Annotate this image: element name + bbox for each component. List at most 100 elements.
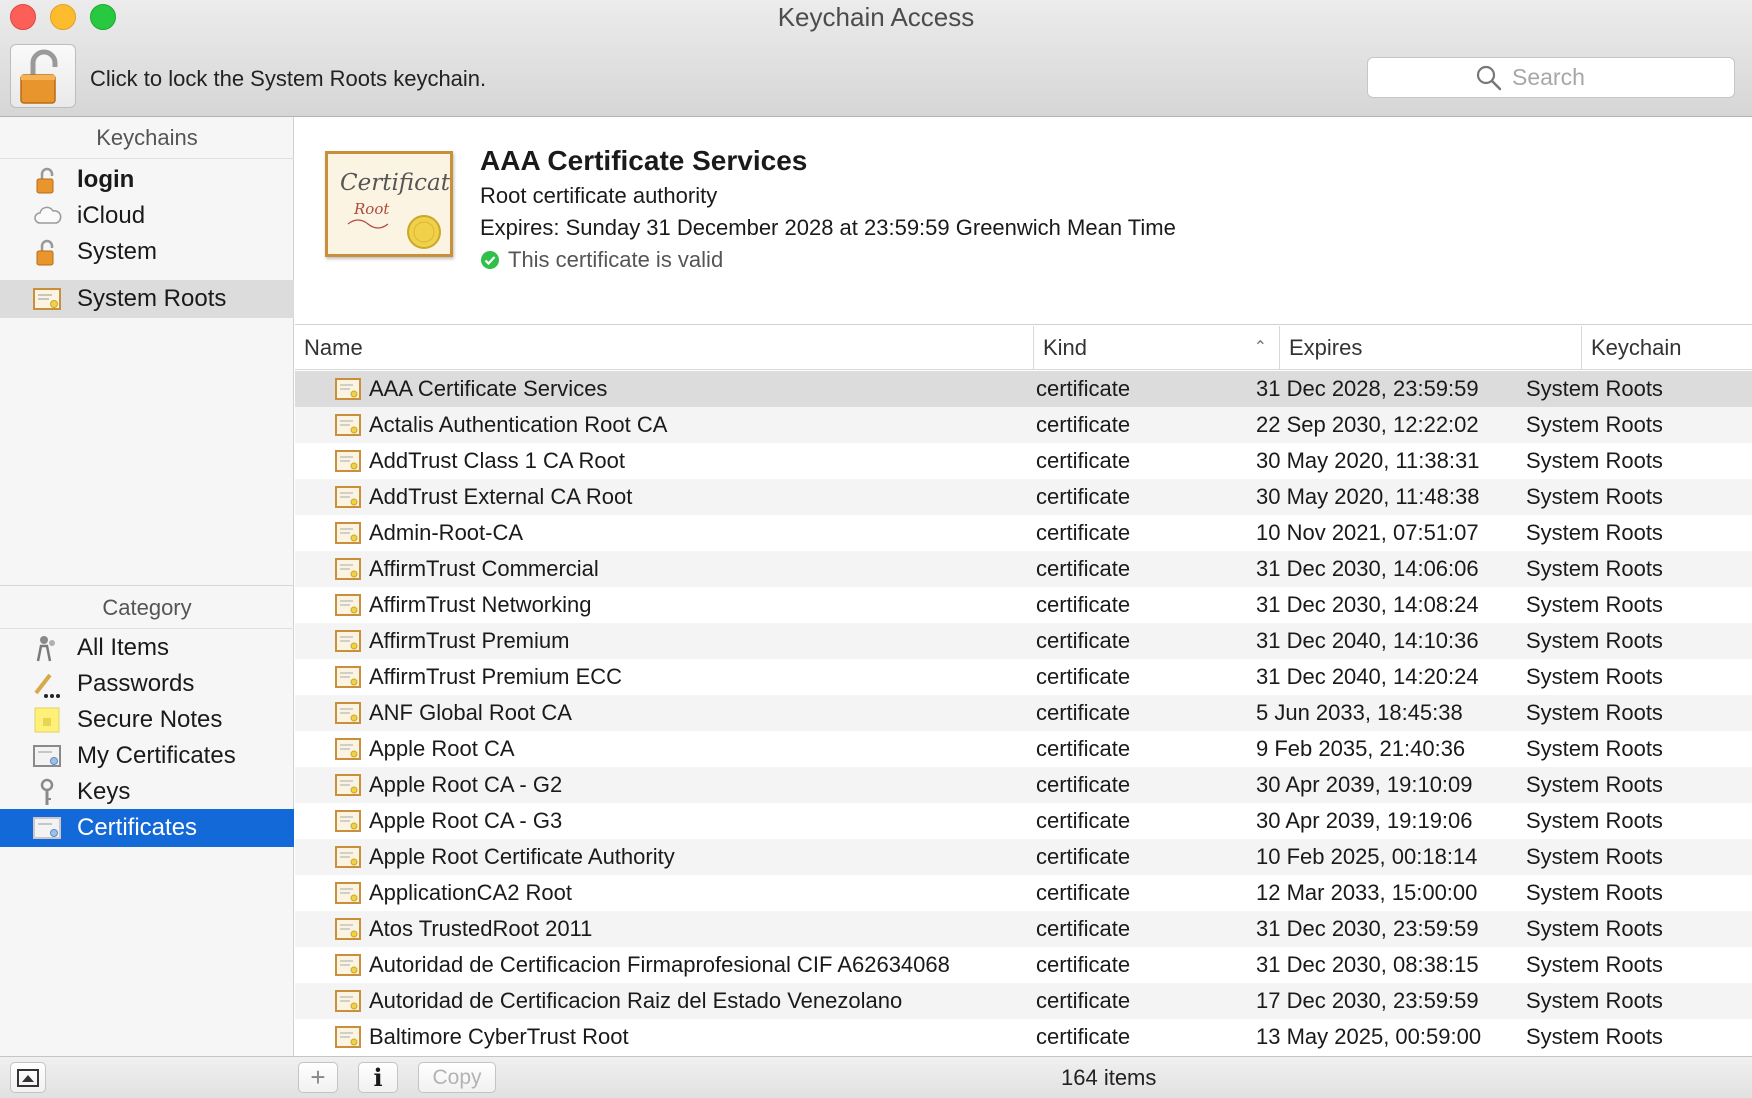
cell-kind: certificate <box>1036 376 1131 401</box>
cell-kind: certificate <box>1036 592 1131 617</box>
people-icon <box>36 636 55 662</box>
cell-kind: certificate <box>1036 484 1131 509</box>
cell-keychain: System Roots <box>1526 988 1663 1013</box>
cell-keychain: System Roots <box>1526 556 1663 581</box>
table-row[interactable]: Apple Root CA - G2 certificate 30 Apr 2039… <box>295 767 1752 803</box>
cell-name: ApplicationCA2 Root <box>369 880 573 905</box>
cell-expires: 13 May 2025, 00:59:00 <box>1256 1024 1482 1049</box>
items-table: Name Kind ⌃ Expires Keychain AAA Certifi… <box>295 326 1752 1056</box>
lock-hint-text: Click to lock the System Roots keychain. <box>90 66 487 91</box>
cell-keychain: System Roots <box>1526 1024 1663 1049</box>
table-row[interactable]: AffirmTrust Premium ECC certificate 31 Dec… <box>295 659 1752 695</box>
column-header-name[interactable]: Name <box>295 326 1033 370</box>
cell-expires: 17 Dec 2030, 23:59:59 <box>1256 988 1479 1013</box>
cell-keychain: System Roots <box>1526 880 1663 905</box>
sidebar-item-icloud[interactable]: iCloud <box>0 197 294 235</box>
cell-expires: 30 Apr 2039, 19:10:09 <box>1256 772 1473 797</box>
sidebar-item-all-items[interactable]: All Items <box>0 629 294 667</box>
toggle-sidebar-button[interactable] <box>10 1062 46 1093</box>
item-count: 164 items <box>1061 1065 1157 1090</box>
category-header: Category <box>0 587 294 629</box>
certificate-icon <box>335 558 361 580</box>
cell-name: ANF Global Root CA <box>369 700 572 725</box>
cell-keychain: System Roots <box>1526 376 1663 401</box>
search-input[interactable] <box>1512 64 1732 91</box>
sidebar-item-system-roots[interactable]: System Roots <box>0 280 294 318</box>
bottom-bar: + i Copy 164 items <box>0 1056 1752 1098</box>
cell-expires: 31 Dec 2030, 23:59:59 <box>1256 916 1479 941</box>
sidebar-item-keys[interactable]: Keys <box>0 773 294 811</box>
lock-open-icon <box>36 167 54 194</box>
copy-button[interactable]: Copy <box>418 1062 496 1093</box>
cell-keychain: System Roots <box>1526 484 1663 509</box>
cell-keychain: System Roots <box>1526 952 1663 977</box>
cell-keychain: System Roots <box>1526 736 1663 761</box>
cell-name: Admin-Root-CA <box>369 520 524 545</box>
certificate-status-text: This certificate is valid <box>508 247 724 272</box>
certificate-detail: Certificate Root AAA Certificate Service… <box>295 117 1752 325</box>
cell-kind: certificate <box>1036 664 1131 689</box>
sidebar-item-certificates[interactable]: Certificates <box>0 809 294 847</box>
certificate-icon <box>335 450 361 472</box>
table-row[interactable]: AddTrust External CA Root certificate 30 M… <box>295 479 1752 515</box>
sidebar-item-label: Certificates <box>77 814 198 841</box>
cell-expires: 31 Dec 2030, 14:08:24 <box>1256 592 1479 617</box>
add-item-button[interactable]: + <box>298 1062 338 1093</box>
table-row[interactable]: Autoridad de Certificacion Raiz del Esta… <box>295 983 1752 1019</box>
column-header-keychain[interactable]: Keychain <box>1581 326 1752 370</box>
sidebar-item-label: My Certificates <box>77 742 236 769</box>
table-row[interactable]: Baltimore CyberTrust Root certificate 13 M… <box>295 1019 1752 1055</box>
cell-keychain: System Roots <box>1526 700 1663 725</box>
certificate-icon <box>335 990 361 1012</box>
certificate-icon <box>335 846 361 868</box>
cell-name: Actalis Authentication Root CA <box>369 412 668 437</box>
cell-keychain: System Roots <box>1526 628 1663 653</box>
sidebar-item-passwords[interactable]: Passwords <box>0 665 294 703</box>
table-row[interactable]: Actalis Authentication Root CA certificat… <box>295 407 1752 443</box>
cell-kind: certificate <box>1036 916 1131 941</box>
sidebar-item-secure-notes[interactable]: Secure Notes <box>0 701 294 739</box>
info-button[interactable]: i <box>358 1062 398 1093</box>
table-row[interactable]: Apple Root CA - G3 certificate 30 Apr 2039… <box>295 803 1752 839</box>
cell-kind: certificate <box>1036 520 1131 545</box>
cell-name: Apple Root Certificate Authority <box>369 844 675 869</box>
column-header-kind[interactable]: Kind ⌃ <box>1033 326 1279 370</box>
cell-expires: 22 Sep 2030, 12:22:02 <box>1256 412 1479 437</box>
certificate-icon <box>33 745 61 767</box>
lock-open-icon <box>20 49 58 104</box>
search-field[interactable] <box>1367 57 1735 98</box>
cell-name: Apple Root CA <box>369 736 515 761</box>
cell-kind: certificate <box>1036 808 1131 833</box>
cell-expires: 5 Jun 2033, 18:45:38 <box>1256 700 1463 725</box>
cell-kind: certificate <box>1036 844 1131 869</box>
note-icon <box>34 707 60 733</box>
sidebar-item-label: System <box>77 238 158 265</box>
table-row[interactable]: AddTrust Class 1 CA Root certificate 30 Ma… <box>295 443 1752 479</box>
cell-name: Autoridad de Certificacion Firmaprofesio… <box>369 952 950 977</box>
cell-keychain: System Roots <box>1526 772 1663 797</box>
sidebar-item-login[interactable]: login <box>0 161 294 199</box>
table-row[interactable]: AAA Certificate Services certificate 31 De… <box>295 371 1752 407</box>
lock-keychain-button[interactable] <box>10 44 76 108</box>
cell-expires: 31 Dec 2040, 14:10:36 <box>1256 628 1479 653</box>
table-row[interactable]: AffirmTrust Premium certificate 31 Dec 204… <box>295 623 1752 659</box>
table-row[interactable]: ApplicationCA2 Root certificate 12 Mar 203… <box>295 875 1752 911</box>
table-row[interactable]: Apple Root CA certificate 9 Feb 2035, 21:4… <box>295 731 1752 767</box>
table-row[interactable]: AffirmTrust Networking certificate 31 Dec … <box>295 587 1752 623</box>
sidebar-item-system[interactable]: System <box>0 233 294 271</box>
certificate-icon <box>335 594 361 616</box>
cell-name: AffirmTrust Commercial <box>369 556 599 581</box>
sidebar-item-my-certificates[interactable]: My Certificates <box>0 737 294 775</box>
table-header: Name Kind ⌃ Expires Keychain <box>295 326 1752 370</box>
column-header-expires[interactable]: Expires <box>1279 326 1581 370</box>
certificate-icon <box>335 954 361 976</box>
sidebar: Keychains login iCloud System System Roo… <box>0 117 294 1056</box>
table-row[interactable]: Admin-Root-CA certificate 10 Nov 2021, 07:… <box>295 515 1752 551</box>
table-row[interactable]: AffirmTrust Commercial certificate 31 Dec … <box>295 551 1752 587</box>
cell-kind: certificate <box>1036 1024 1131 1049</box>
table-row[interactable]: Autoridad de Certificacion Firmaprofesio… <box>295 947 1752 983</box>
table-row[interactable]: Atos TrustedRoot 2011 certificate 31 Dec 2… <box>295 911 1752 947</box>
table-row[interactable]: ANF Global Root CA certificate 5 Jun 2033,… <box>295 695 1752 731</box>
certificate-icon <box>335 522 361 544</box>
table-row[interactable]: Apple Root Certificate Authority certific… <box>295 839 1752 875</box>
